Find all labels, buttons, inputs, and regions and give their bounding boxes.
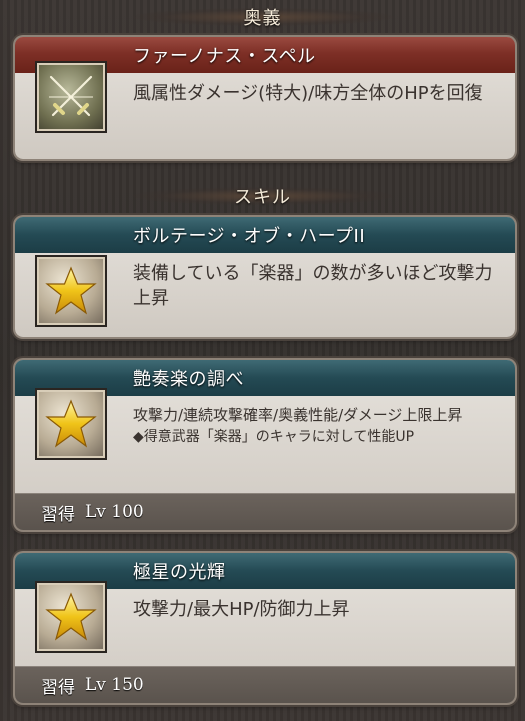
- learn-level: Lv 150: [85, 675, 144, 695]
- skill-title: ボルテージ・オブ・ハープII: [15, 217, 515, 253]
- star-icon: [37, 390, 105, 458]
- skill-description: 攻撃力/連続攻撃確率/奥義性能/ダメージ上限上昇: [133, 406, 463, 424]
- section-title: スキル: [234, 187, 291, 208]
- learn-label: 習得: [41, 677, 75, 698]
- skill-card-2[interactable]: 艶奏楽の調べ 攻撃力/連続攻撃確率/奥義性能/ダメージ上限上昇 ◆得意武器「楽器…: [15, 360, 515, 530]
- ougi-card[interactable]: ファーノナス・スペル 風属性ダメージ(特大)/味方全体のHPを回復: [15, 37, 515, 159]
- crossed-swords-icon: [37, 63, 105, 131]
- learn-level: Lv 100: [85, 502, 144, 522]
- skill-card-3[interactable]: 極星の光輝 攻撃力/最大HP/防御力上昇 習得 Lv 150: [15, 553, 515, 703]
- learn-level-bar: 習得 Lv 100: [15, 493, 515, 530]
- star-icon: [37, 257, 105, 325]
- learn-label: 習得: [41, 504, 75, 525]
- section-header-skill: スキル: [0, 181, 525, 211]
- section-header-ougi: 奥義: [0, 2, 525, 32]
- skill-card-1[interactable]: ボルテージ・オブ・ハープII 装備している「楽器」の数が多いほど攻撃力上昇: [15, 217, 515, 337]
- skill-note: ◆得意武器「楽器」のキャラに対して性能UP: [133, 429, 415, 445]
- star-icon: [37, 583, 105, 651]
- section-title: 奥義: [243, 8, 282, 29]
- learn-level-bar: 習得 Lv 150: [15, 666, 515, 703]
